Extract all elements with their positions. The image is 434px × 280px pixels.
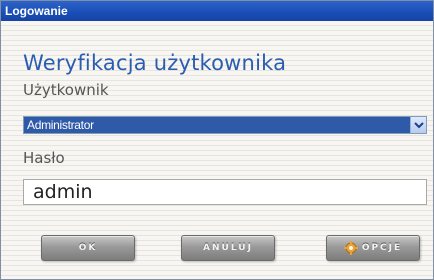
- user-select[interactable]: Administrator: [23, 116, 427, 134]
- password-field[interactable]: admin: [23, 179, 427, 205]
- ok-button[interactable]: OK: [41, 235, 135, 261]
- login-window: Logowanie Weryfikacja użytkownika Użytko…: [0, 0, 434, 280]
- dropdown-button[interactable]: [410, 117, 426, 133]
- cancel-button[interactable]: ANULUJ: [181, 235, 275, 261]
- gear-icon: [343, 241, 358, 255]
- form-heading: Weryfikacja użytkownika: [23, 51, 287, 75]
- window-title: Logowanie: [1, 1, 433, 21]
- user-label: Użytkownik: [23, 81, 109, 99]
- options-button[interactable]: OPCJE: [326, 235, 420, 261]
- user-select-value: Administrator: [27, 118, 94, 132]
- options-label: OPCJE: [361, 243, 403, 253]
- chevron-down-icon: [413, 122, 424, 129]
- password-label: Hasło: [23, 149, 65, 167]
